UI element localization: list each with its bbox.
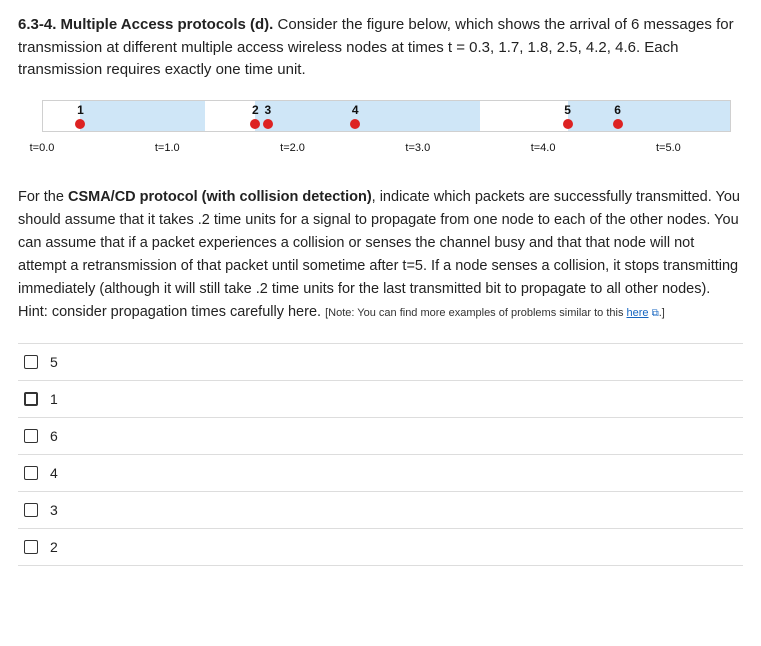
explain-bold: CSMA/CD protocol (with collision detecti… <box>68 189 372 205</box>
option-label: 6 <box>50 428 58 444</box>
timeline-segment <box>80 101 205 131</box>
option-label: 4 <box>50 465 58 481</box>
axis-tick: t=3.0 <box>405 142 430 154</box>
packet-dot <box>350 119 360 129</box>
packet-label: 4 <box>352 103 359 117</box>
explanation-paragraph: For the CSMA/CD protocol (with collision… <box>18 186 743 325</box>
note-text: [Note: You can find more examples of pro… <box>325 307 665 319</box>
packet-dot <box>250 119 260 129</box>
packet-label: 2 <box>252 103 259 117</box>
packet-dot <box>75 119 85 129</box>
checkbox[interactable] <box>24 355 38 369</box>
option-row[interactable]: 6 <box>18 418 743 455</box>
option-row[interactable]: 4 <box>18 455 743 492</box>
axis-tick: t=4.0 <box>531 142 556 154</box>
packet-label: 3 <box>264 103 271 117</box>
checkbox[interactable] <box>24 429 38 443</box>
checkbox[interactable] <box>24 466 38 480</box>
packet-dot <box>613 119 623 129</box>
option-label: 1 <box>50 391 58 407</box>
question-title: Multiple Access protocols (d). <box>61 16 274 33</box>
option-label: 5 <box>50 354 58 370</box>
timeline-figure: 123456 t=0.0t=1.0t=2.0t=3.0t=4.0t=5.0 <box>24 96 741 168</box>
option-label: 3 <box>50 502 58 518</box>
option-row[interactable]: 1 <box>18 381 743 418</box>
question-number: 6.3-4. <box>18 16 56 33</box>
option-row[interactable]: 3 <box>18 492 743 529</box>
explain-rest: , indicate which packets are successfull… <box>18 189 740 321</box>
packet-dot <box>263 119 273 129</box>
packet-dot <box>563 119 573 129</box>
packet-label: 5 <box>564 103 571 117</box>
timeline-track: 123456 <box>42 100 731 132</box>
answer-options: 5 1 6 4 3 2 <box>18 343 743 566</box>
packet-label: 6 <box>614 103 621 117</box>
option-row[interactable]: 2 <box>18 529 743 566</box>
examples-link[interactable]: here <box>627 307 649 319</box>
question-heading: 6.3-4. Multiple Access protocols (d). Co… <box>18 14 743 82</box>
axis-tick: t=0.0 <box>30 142 55 154</box>
timeline-segment <box>255 101 480 131</box>
packet-label: 1 <box>77 103 84 117</box>
option-label: 2 <box>50 539 58 555</box>
axis-tick: t=1.0 <box>155 142 180 154</box>
checkbox[interactable] <box>24 392 38 406</box>
axis-tick: t=5.0 <box>656 142 681 154</box>
option-row[interactable]: 5 <box>18 344 743 381</box>
timeline-segment <box>568 101 730 131</box>
external-link-icon: ⧉ <box>652 308 659 319</box>
checkbox[interactable] <box>24 503 38 517</box>
explain-lead: For the <box>18 189 68 205</box>
checkbox[interactable] <box>24 540 38 554</box>
axis-tick: t=2.0 <box>280 142 305 154</box>
